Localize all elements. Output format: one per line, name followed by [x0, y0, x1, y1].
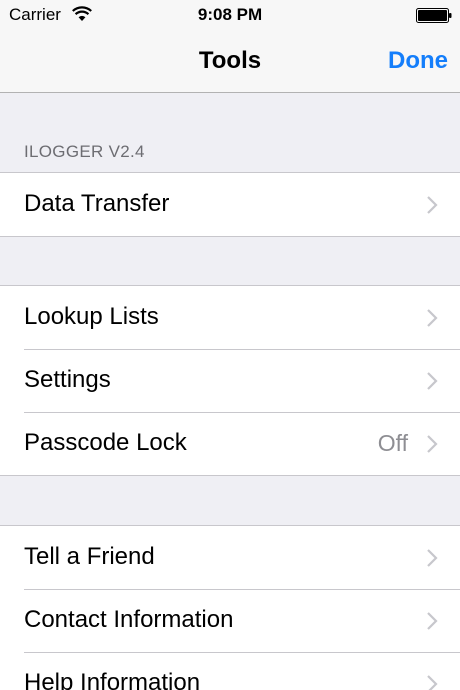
row-label: Settings [24, 366, 111, 393]
chevron-right-icon [427, 309, 438, 327]
settings-group-info: Tell a Friend Contact Information Help I… [0, 525, 460, 690]
row-label: Tell a Friend [24, 543, 155, 570]
row-help-information[interactable]: Help Information [0, 652, 460, 690]
row-label: Passcode Lock [24, 429, 187, 456]
status-time: 9:08 PM [197, 5, 263, 24]
chevron-right-icon [427, 549, 438, 567]
chevron-right-icon [427, 196, 438, 214]
section-header: ILOGGER V2.4 [24, 142, 145, 161]
row-label: Contact Information [24, 606, 234, 633]
chevron-right-icon [427, 372, 438, 390]
status-bar: Carrier 9:08 PM [0, 0, 460, 30]
settings-group-app: Data Transfer [0, 172, 460, 237]
done-button[interactable]: Done [388, 47, 448, 75]
row-label: Lookup Lists [24, 303, 159, 330]
row-label: Data Transfer [24, 190, 170, 217]
navigation-bar: Tools Done [0, 30, 460, 93]
row-passcode-lock[interactable]: Passcode Lock Off [0, 412, 460, 475]
row-tell-a-friend[interactable]: Tell a Friend [0, 526, 460, 589]
row-contact-information[interactable]: Contact Information [0, 589, 460, 652]
battery-icon [416, 8, 452, 23]
row-data-transfer[interactable]: Data Transfer [0, 173, 460, 236]
row-label: Help Information [24, 669, 201, 690]
chevron-right-icon [427, 612, 438, 630]
chevron-right-icon [427, 435, 438, 453]
chevron-right-icon [427, 675, 438, 690]
passcode-status: Off [377, 430, 408, 456]
settings-group-config: Lookup Lists Settings Passcode Lock Off [0, 285, 460, 476]
row-settings[interactable]: Settings [0, 349, 460, 412]
row-lookup-lists[interactable]: Lookup Lists [0, 286, 460, 349]
